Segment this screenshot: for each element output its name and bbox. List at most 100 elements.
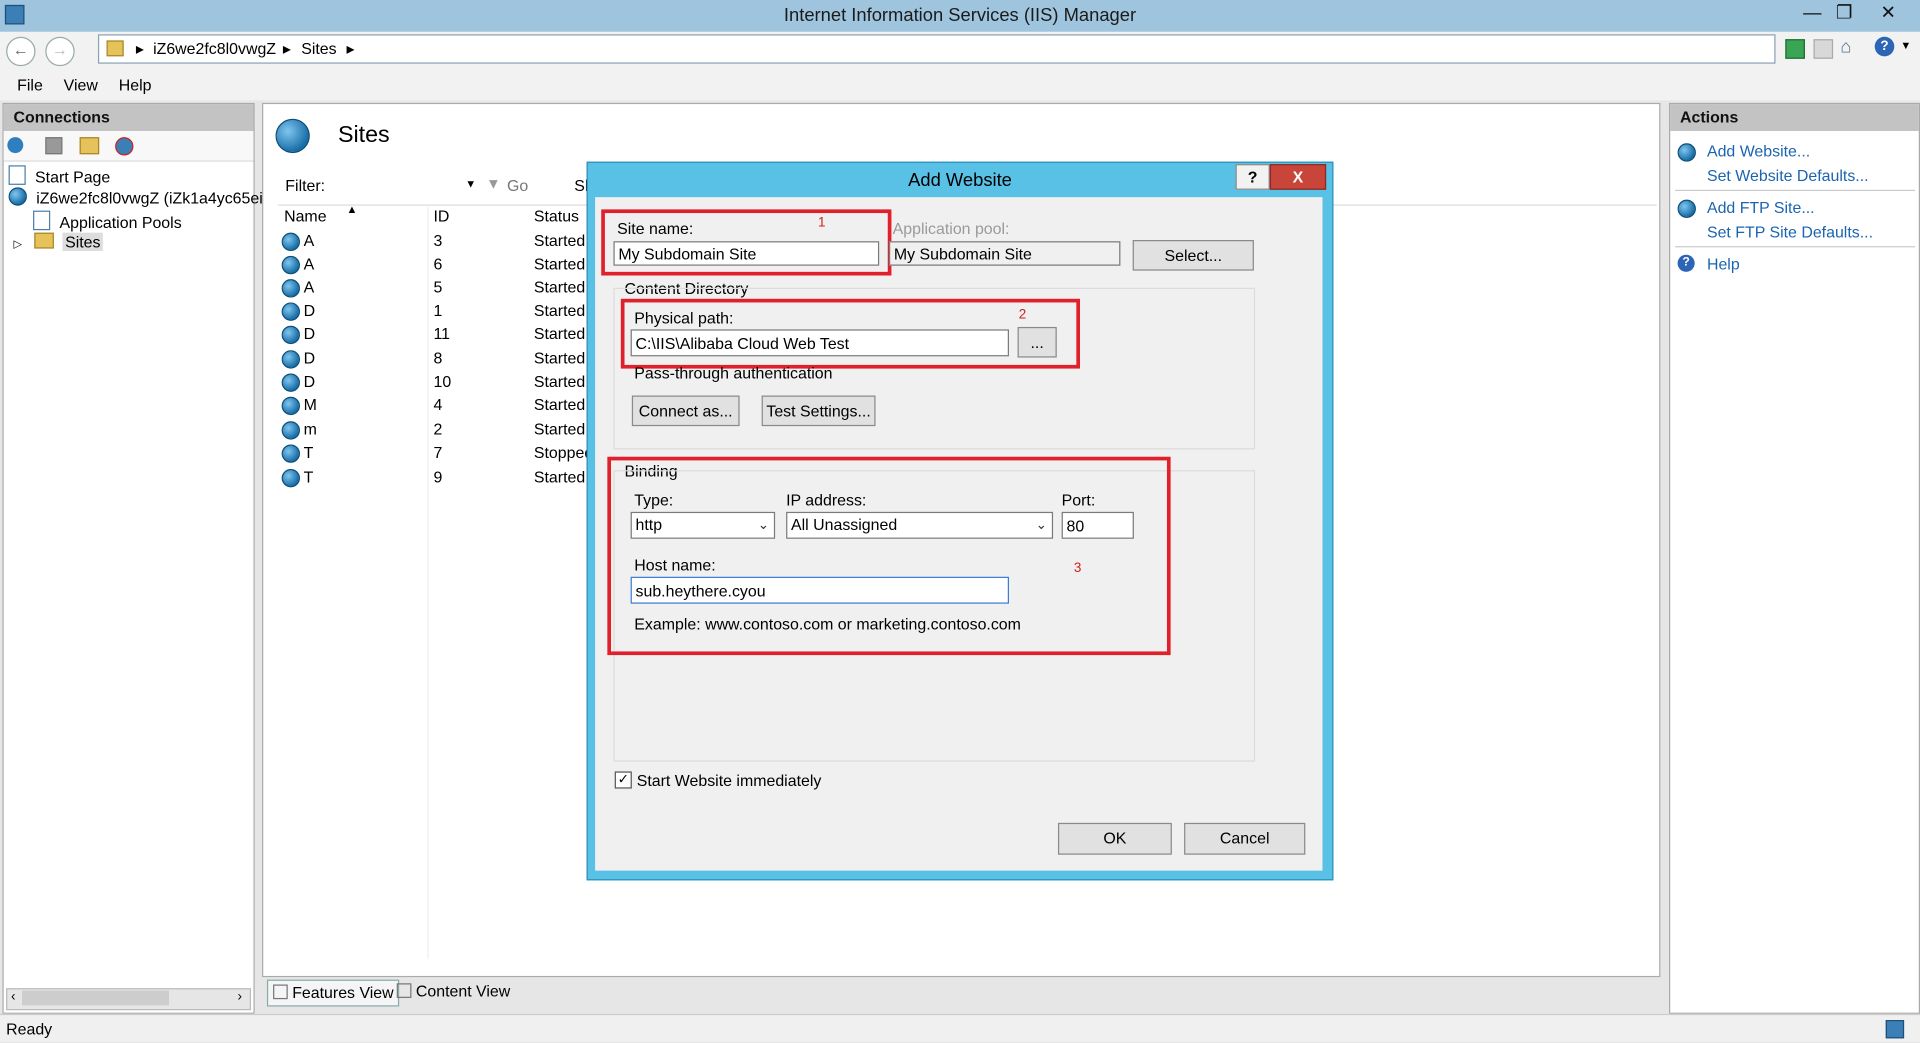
site-status: Started: [533, 324, 586, 343]
disconnect-icon[interactable]: [115, 137, 134, 156]
connections-scrollbar[interactable]: ‹ ›: [6, 988, 252, 1011]
tree-app-pools-label: Application Pools: [59, 213, 182, 232]
site-name[interactable]: T: [304, 443, 314, 461]
select-button[interactable]: Select...: [1132, 240, 1254, 271]
site-name[interactable]: D: [304, 324, 315, 342]
site-id: 7: [433, 443, 443, 462]
forward-button[interactable]: →: [45, 36, 75, 67]
restore-button[interactable]: ❐: [1827, 0, 1861, 27]
actions-divider: [1675, 189, 1916, 192]
tree-app-pools[interactable]: Application Pools: [33, 210, 182, 232]
help-link[interactable]: Help: [1707, 255, 1740, 273]
site-status: Started: [533, 254, 586, 274]
sort-asc-icon: ▲: [346, 203, 358, 216]
site-globe-icon: [281, 232, 301, 252]
dialog-body: Site name: My Subdomain Site 1 Applicati…: [595, 197, 1323, 871]
test-settings-button[interactable]: Test Settings...: [761, 395, 876, 427]
cancel-button[interactable]: Cancel: [1184, 822, 1306, 855]
content-view-label: Content View: [415, 982, 511, 1001]
sites-icon: [275, 118, 310, 154]
site-id: 2: [433, 420, 443, 439]
tree-start-page[interactable]: Start Page: [8, 165, 111, 186]
back-button[interactable]: ←: [6, 36, 36, 67]
menu-help[interactable]: Help: [119, 76, 152, 94]
save-icon[interactable]: [45, 137, 63, 155]
address-server[interactable]: iZ6we2fc8l0vwgZ: [153, 39, 276, 57]
site-status: Stopped: [533, 443, 594, 462]
help-dropdown-icon[interactable]: ▼: [1900, 39, 1911, 51]
connect-as-button[interactable]: Connect as...: [631, 395, 740, 427]
go-button[interactable]: Go: [507, 176, 528, 194]
pass-through-label: Pass-through authentication: [634, 363, 833, 383]
tree-server-label: iZ6we2fc8l0vwgZ (iZk1a4yc65ei4j: [36, 188, 276, 207]
dialog-title: Add Website: [908, 170, 1012, 192]
minimize-button[interactable]: —: [1795, 0, 1829, 27]
site-name[interactable]: T: [304, 468, 314, 486]
id-column-divider: [427, 206, 429, 959]
set-website-defaults-link[interactable]: Set Website Defaults...: [1707, 167, 1869, 185]
site-status: Started: [533, 467, 586, 487]
tree-server[interactable]: iZ6we2fc8l0vwgZ (iZk1a4yc65ei4j: [8, 187, 276, 207]
filter-input[interactable]: [327, 173, 474, 197]
annotation-box-2: [620, 298, 1081, 369]
menu-file[interactable]: File: [17, 76, 43, 94]
tab-content-view[interactable]: Content View: [392, 980, 515, 1004]
expand-icon[interactable]: ▷: [13, 238, 21, 250]
scroll-left-icon[interactable]: ‹: [11, 989, 15, 1004]
go-funnel-icon[interactable]: ▼: [486, 175, 501, 192]
stop-icon[interactable]: [1813, 39, 1834, 59]
actions-divider: [1675, 246, 1916, 248]
filter-dropdown-icon[interactable]: ▼: [465, 178, 476, 190]
actions-panel: Actions Add Website... Set Website Defau…: [1668, 102, 1920, 1014]
annotation-box-1: [601, 209, 892, 276]
app-pool-field: My Subdomain Site: [888, 241, 1121, 266]
scroll-thumb[interactable]: [22, 990, 169, 1006]
site-status: Started: [533, 372, 586, 391]
ok-button[interactable]: OK: [1057, 822, 1172, 855]
start-immediately-label[interactable]: Start Website immediately: [637, 771, 822, 789]
site-name[interactable]: D: [304, 349, 315, 367]
tab-features-view[interactable]: Features View: [266, 979, 400, 1007]
connections-header: Connections: [3, 104, 254, 132]
site-name[interactable]: m: [304, 420, 317, 438]
address-bar[interactable]: ▸ iZ6we2fc8l0vwgZ ▸ Sites ▸: [97, 34, 1776, 64]
add-website-link[interactable]: Add Website...: [1707, 142, 1810, 160]
site-name[interactable]: D: [304, 301, 315, 319]
menu-view[interactable]: View: [64, 76, 98, 94]
site-globe-icon: [281, 325, 301, 345]
add-website-icon: [1677, 143, 1696, 162]
tree-sites[interactable]: ▷ Sites: [13, 232, 103, 251]
site-globe-icon: [281, 373, 301, 392]
page-title: Sites: [337, 122, 390, 149]
refresh-icon[interactable]: [1785, 39, 1805, 59]
filter-label: Filter:: [285, 176, 326, 195]
add-ftp-site-link[interactable]: Add FTP Site...: [1707, 198, 1815, 216]
up-folder-icon[interactable]: [79, 137, 100, 155]
set-ftp-defaults-link[interactable]: Set FTP Site Defaults...: [1707, 223, 1873, 241]
site-id: 6: [433, 254, 443, 274]
site-id: 4: [433, 395, 443, 414]
site-name[interactable]: A: [304, 255, 315, 273]
features-view-icon: [273, 984, 288, 1000]
column-id[interactable]: ID: [433, 207, 449, 225]
annotation-number-3: 3: [1073, 560, 1082, 576]
site-name[interactable]: A: [304, 231, 315, 249]
home-icon[interactable]: ⌂: [1840, 37, 1851, 58]
column-name[interactable]: Name: [284, 207, 326, 225]
connections-panel: Connections Start Page iZ6we2fc8l0vwgZ (…: [2, 102, 275, 1014]
site-status: Started: [533, 348, 586, 368]
add-ftp-icon: [1677, 199, 1696, 218]
column-status[interactable]: Status: [534, 207, 579, 225]
connect-icon[interactable]: [7, 137, 24, 154]
site-name[interactable]: D: [304, 372, 315, 390]
dialog-close-button[interactable]: X: [1269, 164, 1327, 190]
site-name[interactable]: A: [304, 278, 315, 296]
title-bar: Internet Information Services (IIS) Mana…: [0, 0, 1920, 32]
close-window-button[interactable]: ✕: [1871, 0, 1905, 27]
address-node[interactable]: Sites: [301, 39, 336, 57]
help-icon[interactable]: ?: [1874, 36, 1895, 57]
start-immediately-checkbox[interactable]: ✓: [614, 771, 632, 789]
dialog-help-button[interactable]: ?: [1235, 164, 1270, 190]
scroll-right-icon[interactable]: ›: [238, 989, 242, 1004]
site-name[interactable]: M: [304, 396, 317, 414]
